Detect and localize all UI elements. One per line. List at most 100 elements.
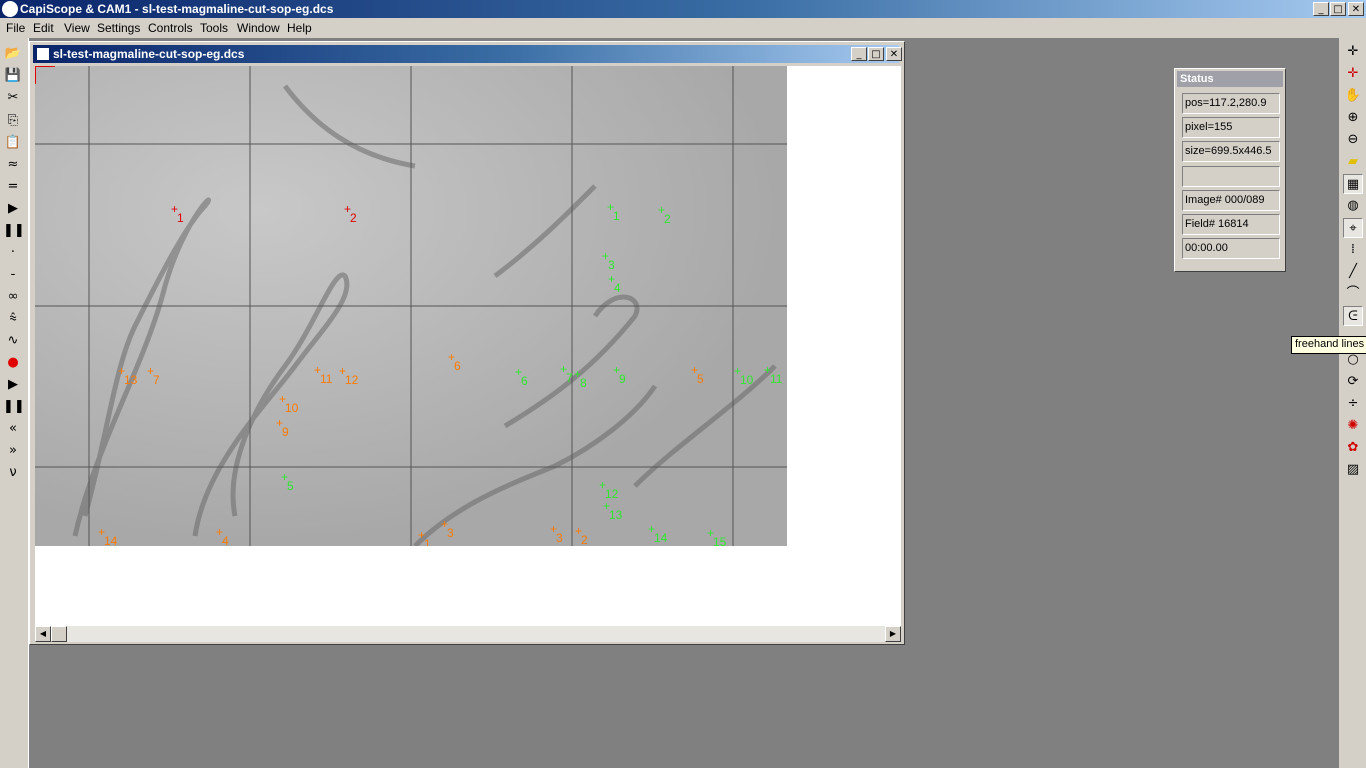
menu-edit[interactable]: Edit: [33, 21, 54, 35]
hand-pan-icon[interactable]: ✋: [1343, 86, 1363, 106]
capillary-image[interactable]: +1 +2 +1 +2 +3 +4 +6 +13 +7 +11 +12 +6 +7 +8 +9 +5 +10 +1…: [35, 66, 787, 546]
document-title-bar: sl-test-magmaline-cut-sop-eg.dcs _ □ ✕: [33, 45, 902, 63]
marker-label: 3: [608, 258, 615, 272]
app-minimize-button[interactable]: _: [1313, 2, 1329, 16]
marker-label: 14: [104, 534, 118, 546]
status-empty: [1182, 166, 1280, 187]
doc-minimize-button[interactable]: _: [851, 47, 867, 61]
pause-icon-2[interactable]: ❚❚: [3, 397, 25, 417]
dot-small-icon[interactable]: ·: [3, 243, 23, 263]
marker-label: 13: [124, 373, 138, 387]
app-maximize-button[interactable]: □: [1330, 2, 1346, 16]
circle-arrows-icon[interactable]: ⟳: [1343, 372, 1363, 392]
menu-view[interactable]: View: [64, 21, 90, 35]
pause-icon[interactable]: ❚❚: [3, 221, 25, 241]
app-icon: [2, 1, 18, 17]
image-overlay: [35, 66, 787, 546]
status-pos: pos=117.2,280.9: [1182, 93, 1280, 114]
marker-label: 15: [713, 535, 727, 546]
scroll-right-icon[interactable]: ▶: [885, 626, 901, 642]
marker-label: 1: [424, 537, 431, 546]
save-icon[interactable]: 💾: [3, 66, 23, 86]
select-icon[interactable]: ⌖: [1343, 218, 1363, 238]
marker-label: 1: [177, 211, 184, 225]
horizontal-scrollbar[interactable]: ◀ ▶: [35, 626, 901, 642]
marker-label: 5: [697, 372, 704, 386]
dash-icon[interactable]: -: [3, 265, 23, 285]
marker-label: 9: [619, 372, 626, 386]
nu-icon[interactable]: ν: [3, 463, 23, 483]
status-title: Status: [1177, 71, 1283, 87]
right-toolbar: ✛ ✛ ✋ ⊕ ⊖ ▰ ▦ ◍ ⌖ ⁞ ╱ ⌒ ᕮ ○ ⟳ ÷ ✺ ✿ ▨: [1338, 38, 1366, 768]
crosshair-icon[interactable]: ✛: [1343, 42, 1363, 62]
rewind-icon[interactable]: «: [3, 419, 23, 439]
picture-icon[interactable]: ▨: [1343, 460, 1363, 480]
zoom-out-icon[interactable]: ⊖: [1343, 130, 1363, 150]
status-image-number: Image# 000/089: [1182, 190, 1280, 211]
marker-label: 11: [320, 372, 333, 386]
menu-settings[interactable]: Settings: [97, 21, 140, 35]
marker-label: 8: [580, 376, 587, 390]
copy-icon[interactable]: ⎘: [3, 111, 23, 131]
menu-tools[interactable]: Tools: [200, 21, 228, 35]
red-crosshair-icon[interactable]: ✛: [1343, 64, 1363, 84]
marker-icon[interactable]: ▰: [1343, 152, 1363, 172]
doc-close-button[interactable]: ✕: [886, 47, 902, 61]
menu-controls[interactable]: Controls: [148, 21, 193, 35]
paste-icon[interactable]: 📋: [3, 133, 23, 153]
marker-label: 14: [654, 531, 668, 545]
line-icon[interactable]: ╱: [1343, 262, 1363, 282]
play-icon-2[interactable]: ▶: [3, 375, 23, 395]
document-client-area: +1 +2 +1 +2 +3 +4 +6 +13 +7 +11 +12 +6 +7 +8 +9 +5 +10 +1…: [35, 66, 901, 626]
marker-label: 10: [285, 401, 299, 415]
left-toolbar: 📂 💾 ✂ ⎘ 📋 ≈ = ▶ ❚❚ · - ∞ ⩯ ∿ ● ▶ ❚❚ «» ν: [0, 38, 29, 768]
polyline-icon[interactable]: ⌒: [1343, 284, 1363, 304]
ruler-icon[interactable]: ⁞: [1343, 240, 1363, 260]
menu-file[interactable]: File: [6, 21, 25, 35]
scroll-thumb[interactable]: [51, 626, 67, 642]
scroll-left-icon[interactable]: ◀: [35, 626, 51, 642]
menu-bar: File Edit View Settings Controls Tools W…: [0, 18, 1366, 38]
marker-label: 4: [222, 534, 229, 546]
circle-grid-icon[interactable]: ◍: [1343, 196, 1363, 216]
marker-label: 3: [447, 526, 454, 540]
play-icon[interactable]: ▶: [3, 199, 23, 219]
wave-icon[interactable]: ≈: [3, 155, 23, 175]
waveform-icon[interactable]: ∿: [3, 331, 23, 351]
cut-icon[interactable]: ✂: [3, 88, 23, 108]
menu-help[interactable]: Help: [287, 21, 312, 35]
menu-window[interactable]: Window: [237, 21, 280, 35]
signal-icon[interactable]: ⩯: [3, 309, 23, 329]
marker-label: 2: [350, 211, 357, 225]
glasses-icon[interactable]: ∞: [3, 287, 23, 307]
status-pixel: pixel=155: [1182, 117, 1280, 138]
freehand-lines-icon[interactable]: ᕮ: [1343, 306, 1363, 326]
equals-icon[interactable]: =: [3, 177, 23, 197]
marker-label: 9: [282, 425, 289, 439]
document-window: sl-test-magmaline-cut-sop-eg.dcs _ □ ✕ +…: [29, 41, 905, 645]
status-field-number: Field# 16814: [1182, 214, 1280, 235]
grid-icon[interactable]: ▦: [1343, 174, 1363, 194]
status-size: size=699.5x446.5: [1182, 141, 1280, 162]
doc-maximize-button[interactable]: □: [868, 47, 884, 61]
marker-label: 6: [454, 359, 461, 373]
divide-icon[interactable]: ÷: [1343, 394, 1363, 414]
marker-label: 10: [740, 373, 754, 387]
document-title: sl-test-magmaline-cut-sop-eg.dcs: [53, 47, 245, 61]
document-icon: [36, 47, 50, 61]
marker-label: 2: [581, 533, 588, 546]
app-title: CapiScope & CAM1 - sl-test-magmaline-cut…: [20, 2, 334, 16]
marker-label: 5: [287, 479, 294, 493]
tooltip: freehand lines: [1291, 336, 1366, 354]
marker-label: 3: [556, 531, 563, 545]
app-title-bar: CapiScope & CAM1 - sl-test-magmaline-cut…: [0, 0, 1366, 18]
zoom-in-icon[interactable]: ⊕: [1343, 108, 1363, 128]
marker-label: 7: [153, 373, 160, 387]
record-icon[interactable]: ●: [3, 353, 23, 373]
cells-icon[interactable]: ✿: [1343, 438, 1363, 458]
marker-label: 7: [566, 371, 573, 385]
app-close-button[interactable]: ✕: [1348, 2, 1364, 16]
bug-icon[interactable]: ✺: [1343, 416, 1363, 436]
open-folder-icon[interactable]: 📂: [3, 44, 23, 64]
fast-forward-icon[interactable]: »: [3, 441, 23, 461]
